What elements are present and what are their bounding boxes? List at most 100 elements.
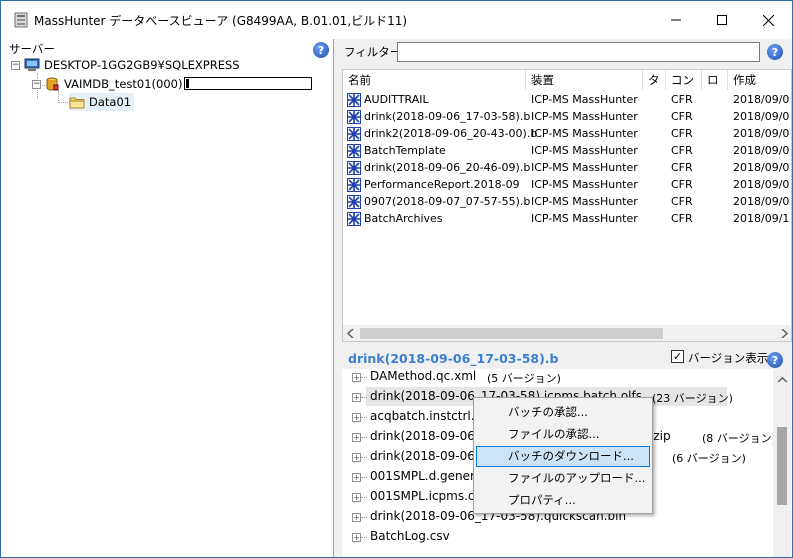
cell-con: CFR <box>671 178 693 191</box>
cell-name: BatchTemplate <box>364 144 446 157</box>
expand-toggle[interactable]: + <box>352 453 361 462</box>
scroll-up-icon[interactable] <box>778 377 787 383</box>
server-pane-header: サーバー <box>9 42 55 56</box>
cell-created: 2018/09/0 <box>733 195 790 208</box>
cell-name: AUDITTRAIL <box>364 93 429 106</box>
item-name: drink(2018-09-06_ <box>370 429 481 443</box>
cell-con: CFR <box>671 195 693 208</box>
folder-icon <box>69 97 85 108</box>
tree-line <box>361 437 367 438</box>
expand-toggle[interactable]: + <box>352 433 361 442</box>
scrollbar-thumb[interactable] <box>360 328 663 339</box>
cell-con: CFR <box>671 110 693 123</box>
cell-device: ICP-MS MassHunter <box>531 127 638 140</box>
tree-item-label: VAIMDB_test01(000) <box>64 77 183 91</box>
scrollbar-thumb[interactable] <box>777 427 787 505</box>
cell-created: 2018/09/0 <box>733 110 790 123</box>
expand-toggle[interactable]: + <box>352 413 361 422</box>
tree-item-folder[interactable]: Data01 <box>69 93 135 111</box>
column-header-con[interactable]: コン <box>666 70 702 90</box>
file-list: 名前 装置 タ コン ロ 作成 AUDITTRAIL ICP-MS MassHun… <box>342 69 792 342</box>
batch-file-icon <box>347 110 361 124</box>
approve-file-menu-item[interactable]: ファイルの承認... <box>476 424 650 445</box>
column-header-created[interactable]: 作成 <box>728 70 791 90</box>
table-row[interactable]: drink2(2018-09-06_20-43-00).b ICP-MS Mass… <box>343 126 791 143</box>
cell-created: 2018/09/0 <box>733 178 790 191</box>
expand-toggle[interactable]: + <box>352 533 361 542</box>
filter-input[interactable] <box>397 42 760 62</box>
approve-batch-menu-item[interactable]: バッチの承認... <box>476 402 650 423</box>
tree-line <box>361 397 367 398</box>
collapse-toggle[interactable]: − <box>32 79 41 89</box>
column-header-type[interactable]: タ <box>643 70 666 90</box>
version-checkbox-label[interactable]: バージョン表示 <box>688 350 768 366</box>
expand-toggle[interactable]: + <box>352 473 361 482</box>
tree-line <box>361 537 367 538</box>
list-item[interactable]: + BatchLog.csv <box>342 527 772 547</box>
version-checkbox[interactable]: ✓ <box>671 350 684 363</box>
item-name-suffix: izip <box>650 429 671 443</box>
app-icon <box>14 12 28 28</box>
expand-toggle[interactable]: + <box>352 393 361 402</box>
database-icon <box>46 77 59 91</box>
cell-name: PerformanceReport.2018-09 <box>364 178 520 191</box>
cell-created: 2018/09/0 <box>733 161 790 174</box>
batch-file-icon <box>347 195 361 209</box>
horizontal-scrollbar[interactable] <box>343 325 791 341</box>
help-icon[interactable]: ? <box>767 352 783 368</box>
item-name: acqbatch.instctrl.a <box>370 409 482 423</box>
tree-line <box>58 102 68 103</box>
scroll-left-icon[interactable] <box>347 329 355 338</box>
minimize-button[interactable] <box>653 1 699 39</box>
cell-device: ICP-MS MassHunter <box>531 93 638 106</box>
batch-file-icon <box>347 144 361 158</box>
cell-con: CFR <box>671 127 693 140</box>
cell-created: 2018/09/0 <box>733 144 790 157</box>
batch-file-icon <box>347 161 361 175</box>
scroll-right-icon[interactable] <box>780 329 788 338</box>
tree-line <box>361 517 367 518</box>
maximize-icon <box>717 15 727 25</box>
vertical-scrollbar[interactable] <box>773 369 791 557</box>
cell-device: ICP-MS MassHunter <box>531 212 638 225</box>
cell-device: ICP-MS MassHunter <box>531 161 638 174</box>
table-row[interactable]: AUDITTRAIL ICP-MS MassHunter CFR 2018/09/0 <box>343 92 791 109</box>
item-name: 001SMPL.icpms.c <box>370 489 475 503</box>
tree-item-database[interactable]: − VAIMDB_test01(000) <box>32 75 182 93</box>
column-header-device[interactable]: 装置 <box>526 70 643 90</box>
item-name: DAMethod.qc.xml <box>370 369 477 383</box>
upload-file-menu-item[interactable]: ファイルのアップロード... <box>476 468 650 489</box>
close-button[interactable] <box>745 1 791 39</box>
table-row[interactable]: PerformanceReport.2018-09 ICP-MS MassHunt… <box>343 177 791 194</box>
maximize-button[interactable] <box>699 1 745 39</box>
tree-item-server[interactable]: − DESKTOP-1GG2GB9¥SQLEXPRESS <box>11 56 240 74</box>
minimize-icon <box>671 19 681 21</box>
expand-toggle[interactable]: + <box>352 493 361 502</box>
item-version-count: (5 バージョン) <box>487 372 561 385</box>
item-name: 001SMPL.d.gener <box>370 469 475 483</box>
expand-toggle[interactable]: + <box>352 513 361 522</box>
cell-device: ICP-MS MassHunter <box>531 144 638 157</box>
table-row[interactable]: drink(2018-09-06_20-46-09).b ICP-MS MassH… <box>343 160 791 177</box>
batch-file-icon <box>347 212 361 226</box>
table-row[interactable]: 0907(2018-09-07_07-57-55).b ICP-MS MassHu… <box>343 194 791 211</box>
table-row[interactable]: BatchArchives ICP-MS MassHunter CFR 2018/09… <box>343 211 791 228</box>
batch-file-icon <box>347 93 361 107</box>
expand-toggle[interactable]: + <box>352 373 361 382</box>
cell-con: CFR <box>671 144 693 157</box>
collapse-toggle[interactable]: − <box>11 60 20 70</box>
database-progress-fill <box>186 79 189 88</box>
item-version-count: (23 バージョン) <box>652 392 733 405</box>
window-title: MassHunter データベースビューア (G8499AA, B.01.01,… <box>34 14 408 28</box>
properties-menu-item[interactable]: プロパティ... <box>476 490 650 511</box>
table-row[interactable]: drink(2018-09-06_17-03-58).b ICP-MS MassH… <box>343 109 791 126</box>
title-bar[interactable]: MassHunter データベースビューア (G8499AA, B.01.01,… <box>1 1 792 39</box>
column-header-name[interactable]: 名前 <box>343 70 526 90</box>
column-header-lock[interactable]: ロ <box>702 70 728 90</box>
item-name: drink(2018-09-06_ <box>370 449 481 463</box>
table-row[interactable]: BatchTemplate ICP-MS MassHunter CFR 2018/09… <box>343 143 791 160</box>
list-item[interactable]: + DAMethod.qc.xml (5 バージョン) <box>342 369 772 387</box>
download-batch-menu-item[interactable]: バッチのダウンロード... <box>476 446 650 467</box>
help-icon[interactable]: ? <box>767 44 783 60</box>
help-icon[interactable]: ? <box>313 42 329 58</box>
